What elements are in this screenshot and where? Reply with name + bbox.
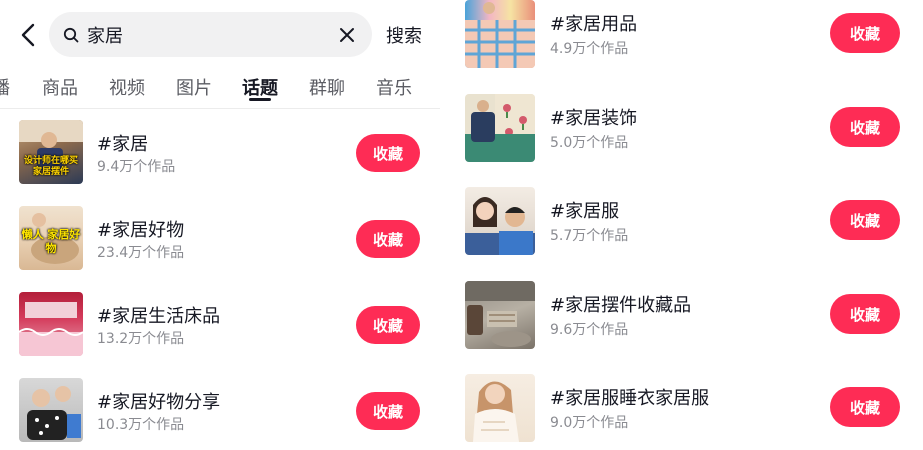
search-results-panel-right: #家居用品 4.9万个作品 收藏 #家居装饰 5.0万个作品 收藏 #家居服 5… — [445, 0, 923, 450]
favorite-button[interactable]: 收藏 — [830, 107, 900, 147]
topic-count: 5.0万个作品 — [550, 135, 629, 151]
thumbnail-caption: 设计师在哪买 家居摆件 — [23, 156, 78, 177]
list-item[interactable]: 设计师在哪买 家居摆件 #家居 9.4万个作品 收藏 — [0, 120, 440, 206]
topic-count: 9.4万个作品 — [97, 159, 176, 175]
list-item[interactable]: #家居服 5.7万个作品 收藏 — [445, 187, 923, 257]
topic-title: #家居好物分享 — [97, 392, 221, 413]
back-button[interactable] — [14, 20, 42, 50]
list-item[interactable]: #家居服睡衣家居服 9.0万个作品 收藏 — [445, 374, 923, 444]
search-input[interactable]: 家居 — [49, 12, 372, 57]
topic-count: 9.6万个作品 — [550, 322, 629, 338]
search-query: 家居 — [87, 25, 123, 47]
topic-thumbnail — [465, 94, 535, 162]
topic-title: #家居摆件收藏品 — [550, 295, 692, 316]
list-item[interactable]: #家居好物分享 10.3万个作品 收藏 — [0, 378, 440, 450]
topic-thumbnail — [465, 187, 535, 255]
topic-title: #家居用品 — [550, 14, 638, 35]
favorite-button[interactable]: 收藏 — [830, 387, 900, 427]
tab-videos[interactable]: 视频 — [109, 74, 145, 100]
favorite-button[interactable]: 收藏 — [356, 392, 420, 430]
search-results-panel-left: 家居 搜索 播 商品 视频 图片 话题 群聊 音乐 设计师在哪买 家居摆件 #家… — [0, 0, 440, 450]
favorite-button[interactable]: 收藏 — [830, 294, 900, 334]
topic-thumbnail — [465, 281, 535, 349]
list-item[interactable]: #家居用品 4.9万个作品 收藏 — [445, 0, 923, 70]
favorite-button[interactable]: 收藏 — [830, 200, 900, 240]
tabs-divider — [0, 108, 440, 109]
favorite-button[interactable]: 收藏 — [356, 220, 420, 258]
tab-products[interactable]: 商品 — [42, 74, 78, 100]
favorite-button[interactable]: 收藏 — [830, 13, 900, 53]
clear-search-button[interactable] — [336, 24, 358, 46]
topic-title: #家居好物 — [97, 220, 185, 241]
topic-title: #家居装饰 — [550, 108, 638, 129]
close-icon — [340, 27, 354, 42]
topic-list-left: 设计师在哪买 家居摆件 #家居 9.4万个作品 收藏 懒人 家居好物 #家居好物… — [0, 120, 440, 450]
topic-count: 10.3万个作品 — [97, 417, 185, 433]
topic-title: #家居生活床品 — [97, 306, 221, 327]
search-icon — [63, 26, 81, 44]
topic-title: #家居服睡衣家居服 — [550, 388, 710, 409]
topic-count: 13.2万个作品 — [97, 331, 185, 347]
favorite-button[interactable]: 收藏 — [356, 134, 420, 172]
topic-count: 4.9万个作品 — [550, 41, 629, 57]
search-submit-button[interactable]: 搜索 — [386, 22, 422, 48]
topic-count: 5.7万个作品 — [550, 228, 629, 244]
topic-title: #家居 — [97, 134, 149, 155]
list-item[interactable]: 懒人 家居好物 #家居好物 23.4万个作品 收藏 — [0, 206, 440, 292]
list-item[interactable]: #家居生活床品 13.2万个作品 收藏 — [0, 292, 440, 378]
topic-thumbnail: 设计师在哪买 家居摆件 — [19, 120, 83, 184]
thumbnail-caption: 懒人 家居好物 — [21, 228, 81, 255]
tab-group-chats[interactable]: 群聊 — [309, 74, 345, 100]
topic-thumbnail — [465, 0, 535, 68]
topic-count: 9.0万个作品 — [550, 415, 629, 431]
topic-thumbnail — [465, 374, 535, 442]
result-type-tabs: 播 商品 视频 图片 话题 群聊 音乐 — [0, 68, 440, 108]
tab-images[interactable]: 图片 — [176, 74, 212, 100]
chevron-left-icon — [21, 23, 35, 47]
tab-live[interactable]: 播 — [0, 74, 10, 100]
topic-count: 23.4万个作品 — [97, 245, 185, 261]
list-item[interactable]: #家居装饰 5.0万个作品 收藏 — [445, 94, 923, 164]
tab-music[interactable]: 音乐 — [376, 74, 412, 100]
list-item[interactable]: #家居摆件收藏品 9.6万个作品 收藏 — [445, 281, 923, 351]
topic-thumbnail — [19, 292, 83, 356]
topic-title: #家居服 — [550, 201, 620, 222]
topic-thumbnail — [19, 378, 83, 442]
topic-thumbnail: 懒人 家居好物 — [19, 206, 83, 270]
tab-topics[interactable]: 话题 — [242, 74, 278, 100]
favorite-button[interactable]: 收藏 — [356, 306, 420, 344]
active-tab-indicator — [249, 98, 271, 101]
